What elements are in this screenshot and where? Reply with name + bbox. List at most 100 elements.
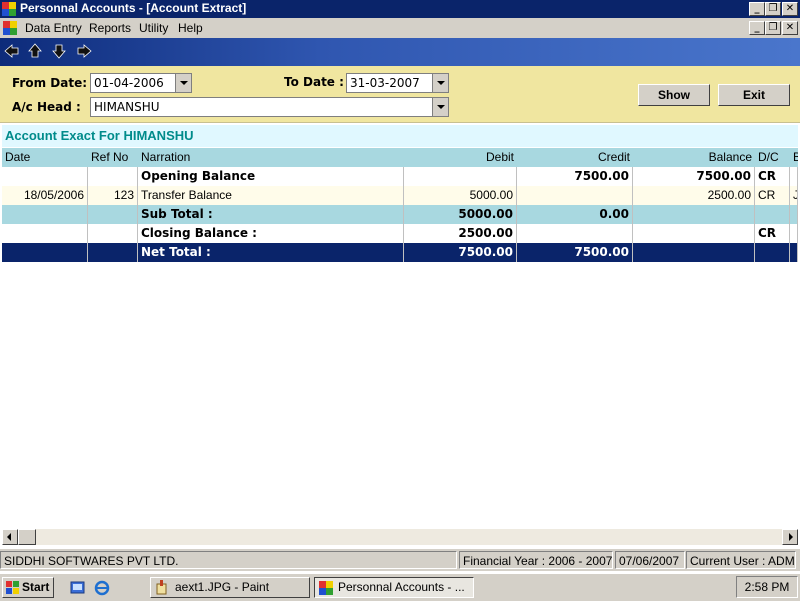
chevron-down-icon[interactable]	[432, 74, 448, 92]
grid-header-row: Date Ref No Narration Debit Credit Balan…	[2, 148, 798, 167]
internet-explorer-icon[interactable]	[94, 580, 110, 596]
navigation-toolbar	[0, 38, 800, 66]
task-personnal-accounts[interactable]: Personnal Accounts - ...	[314, 577, 474, 598]
menu-reports[interactable]: Reports	[89, 21, 131, 35]
cell-dc	[755, 205, 790, 224]
cell-date	[2, 205, 88, 224]
table-row-closing[interactable]: Closing Balance : 2500.00 CR	[2, 224, 798, 243]
cell-ref: 123	[88, 186, 138, 205]
horizontal-scrollbar[interactable]	[2, 529, 798, 545]
start-button[interactable]: Start	[2, 577, 54, 598]
to-date-value: 31-03-2007	[350, 76, 420, 90]
column-header-credit[interactable]: Credit	[517, 148, 633, 167]
start-label: Start	[22, 580, 50, 594]
task-label: aext1.JPG - Paint	[175, 580, 270, 594]
windows-logo-icon	[6, 581, 19, 594]
column-header-date[interactable]: Date	[2, 148, 88, 167]
show-desktop-icon[interactable]	[70, 580, 86, 596]
cell-debit	[404, 167, 517, 186]
cell-credit: 7500.00	[517, 243, 633, 262]
column-header-dc[interactable]: D/C	[755, 148, 790, 167]
column-header-ref-no[interactable]: Ref No	[88, 148, 138, 167]
menu-utility[interactable]: Utility	[139, 21, 168, 35]
cell-date	[2, 167, 88, 186]
chevron-down-icon[interactable]	[175, 74, 191, 92]
restore-button[interactable]: ❐	[765, 2, 781, 16]
exit-button[interactable]: Exit	[718, 84, 790, 106]
from-date-combo[interactable]: 01-04-2006	[90, 73, 192, 93]
arrow-up-icon[interactable]	[27, 43, 43, 59]
column-header-narration[interactable]: Narration	[138, 148, 404, 167]
table-row-net-total[interactable]: Net Total : 7500.00 7500.00	[2, 243, 798, 262]
menu-data-entry[interactable]: Data Entry	[25, 21, 82, 35]
column-header-debit[interactable]: Debit	[404, 148, 517, 167]
cell-extra	[790, 205, 798, 224]
cell-narration: Sub Total :	[138, 205, 404, 224]
cell-debit: 5000.00	[404, 205, 517, 224]
arrow-left-icon[interactable]	[4, 43, 20, 59]
status-company: SIDDHI SOFTWARES PVT LTD.	[0, 551, 457, 569]
ac-head-value: HIMANSHU	[94, 100, 160, 114]
cell-dc: CR	[755, 186, 790, 205]
paint-icon	[156, 580, 167, 595]
cell-narration: Net Total :	[138, 243, 404, 262]
scroll-thumb[interactable]	[18, 529, 36, 545]
scroll-left-button[interactable]	[2, 529, 18, 545]
cell-debit: 5000.00	[404, 186, 517, 205]
cell-balance: 2500.00	[633, 186, 755, 205]
cell-extra	[790, 243, 798, 262]
system-clock[interactable]: 2:58 PM	[736, 576, 798, 598]
cell-credit	[517, 186, 633, 205]
status-bar: SIDDHI SOFTWARES PVT LTD. Financial Year…	[0, 549, 800, 571]
status-user: Current User : ADM	[686, 551, 796, 569]
task-label: Personnal Accounts - ...	[338, 580, 465, 594]
arrow-right-icon[interactable]	[76, 43, 92, 59]
child-restore-button[interactable]: ❐	[765, 21, 781, 35]
cell-balance	[633, 243, 755, 262]
cell-narration: Closing Balance :	[138, 224, 404, 243]
cell-ref	[88, 243, 138, 262]
to-date-combo[interactable]: 31-03-2007	[346, 73, 449, 93]
arrow-down-icon[interactable]	[51, 43, 67, 59]
column-header-balance[interactable]: Balance	[633, 148, 755, 167]
ac-head-combo[interactable]: HIMANSHU	[90, 97, 449, 117]
cell-extra	[790, 224, 798, 243]
caret-right-icon	[789, 533, 793, 541]
cell-dc: CR	[755, 167, 790, 186]
child-minimize-button[interactable]: _	[749, 21, 765, 35]
app-icon	[2, 2, 16, 16]
taskbar: Start aext1.JPG - Paint Personnal Accoun…	[0, 573, 800, 601]
table-row-opening[interactable]: Opening Balance 7500.00 7500.00 CR	[2, 167, 798, 186]
close-button[interactable]: ✕	[782, 2, 798, 16]
cell-credit: 0.00	[517, 205, 633, 224]
status-date: 07/06/2007	[615, 551, 685, 569]
report-heading: Account Exact For HIMANSHU	[2, 125, 798, 147]
table-row-transaction[interactable]: 18/05/2006 123 Transfer Balance 5000.00 …	[2, 186, 798, 205]
menu-help[interactable]: Help	[178, 21, 203, 35]
cell-extra: J	[790, 186, 798, 205]
title-bar: Personnal Accounts - [Account Extract] _…	[0, 0, 800, 18]
cell-ref	[88, 224, 138, 243]
cell-debit: 2500.00	[404, 224, 517, 243]
cell-balance	[633, 224, 755, 243]
window-title: Personnal Accounts - [Account Extract]	[20, 1, 247, 15]
mdi-child-icon[interactable]	[3, 21, 17, 35]
cell-ref	[88, 205, 138, 224]
task-paint[interactable]: aext1.JPG - Paint	[150, 577, 310, 598]
cell-balance	[633, 205, 755, 224]
child-close-button[interactable]: ✕	[782, 21, 798, 35]
cell-ref	[88, 167, 138, 186]
cell-credit: 7500.00	[517, 167, 633, 186]
cell-narration: Transfer Balance	[138, 186, 404, 205]
ac-head-label: A/c Head :	[12, 100, 81, 114]
show-button[interactable]: Show	[638, 84, 710, 106]
from-date-label: From Date:	[12, 76, 88, 90]
scroll-right-button[interactable]	[782, 529, 798, 545]
minimize-button[interactable]: _	[749, 2, 765, 16]
cell-date: 18/05/2006	[2, 186, 88, 205]
cell-date	[2, 243, 88, 262]
table-row-subtotal[interactable]: Sub Total : 5000.00 0.00	[2, 205, 798, 224]
report-title: Account Exact For HIMANSHU	[5, 128, 194, 143]
column-header-extra[interactable]: B	[790, 148, 798, 167]
chevron-down-icon[interactable]	[432, 98, 448, 116]
